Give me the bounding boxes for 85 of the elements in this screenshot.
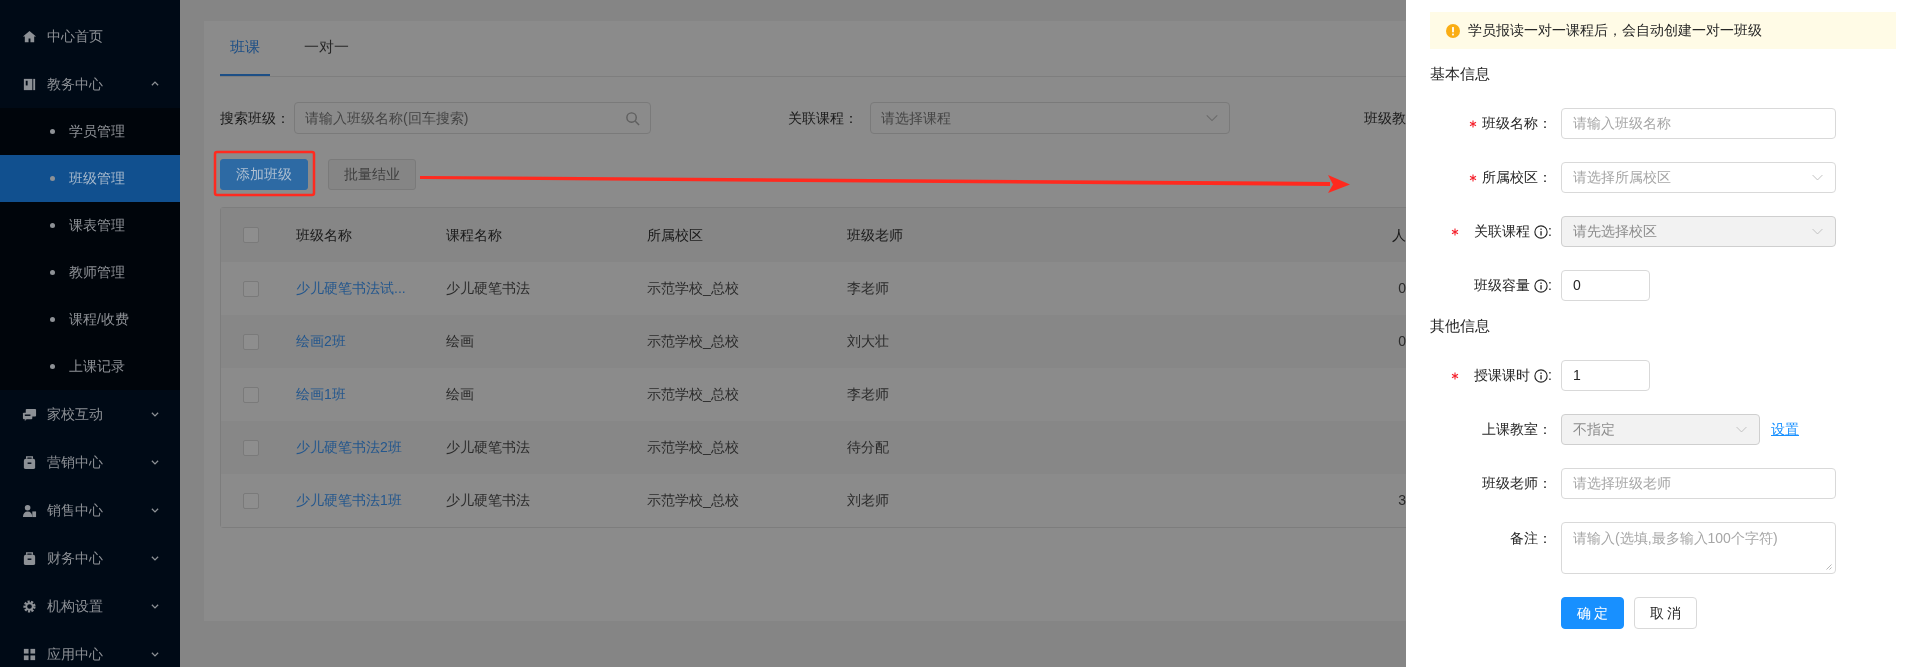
label-colon: ： [1538, 114, 1552, 133]
table-cell: 3 [1398, 492, 1406, 508]
label-colon: ： [1538, 529, 1552, 548]
column-header: 人 [1391, 225, 1406, 245]
label-colon: : [1548, 222, 1552, 241]
table-cell: 少儿硬笔书法 [446, 492, 530, 508]
field-label: 授课课时 [1474, 366, 1531, 385]
select-field[interactable]: 请选择所属校区 [1561, 162, 1836, 193]
book-icon [22, 76, 37, 92]
filter-label: 关联课程： [788, 108, 858, 128]
bag-icon [22, 454, 37, 470]
table-cell: 示范学校_总校 [647, 492, 739, 508]
field-label: 关联课程 [1474, 222, 1531, 241]
grid-icon [22, 646, 37, 662]
alert-text: 学员报读一对一课程后，会自动创建一对一班级 [1468, 21, 1762, 40]
table-cell: 少儿硬笔书法 [446, 439, 530, 455]
label-colon: ： [1538, 168, 1552, 187]
table-cell: 刘大壮 [847, 333, 889, 349]
label-colon: ： [1538, 474, 1552, 493]
warning-icon [1446, 23, 1460, 38]
text-field[interactable]: 请选择班级老师 [1561, 468, 1836, 499]
submenu-item[interactable]: 上课记录 [0, 343, 180, 390]
home-icon [22, 28, 37, 44]
submenu-item[interactable]: 课程/收费 [0, 296, 180, 343]
sidebar-item[interactable]: 财务中心 [0, 534, 180, 582]
table-cell: 绘画 [446, 333, 474, 349]
column-header: 班级老师 [847, 225, 904, 245]
submenu-item[interactable]: 课表管理 [0, 202, 180, 249]
chat-icon [22, 406, 37, 422]
person-icon [22, 502, 37, 518]
resize-grip-icon [1824, 562, 1832, 570]
sidebar-item[interactable]: 教务中心 [0, 60, 180, 108]
column-header: 班级名称 [296, 225, 353, 245]
label-colon: : [1548, 276, 1552, 295]
text-field[interactable]: 请输入班级名称 [1561, 108, 1836, 139]
select-field: 请先选择校区 [1561, 216, 1836, 247]
search-field[interactable]: 请输入班级名称(回车搜索) [294, 102, 651, 134]
tab[interactable]: 班课 [220, 21, 270, 76]
table-cell: 示范学校_总校 [647, 439, 739, 455]
field-label: 所属校区 [1482, 168, 1538, 187]
course-select[interactable]: 请选择课程 [870, 102, 1230, 134]
remarks-field[interactable]: 请输入(选填,最多输入100个字符) [1561, 522, 1836, 574]
filter-label: 班级教 [1364, 108, 1406, 128]
sidebar-item[interactable]: 销售中心 [0, 486, 180, 534]
table-cell: 示范学校_总校 [647, 333, 739, 349]
sidebar-item[interactable]: 中心首页 [0, 12, 180, 60]
search-icon [625, 110, 640, 126]
table-cell: 绘画 [446, 386, 474, 402]
table-cell: 0 [1398, 280, 1406, 296]
column-header: 课程名称 [446, 225, 503, 245]
submenu-item[interactable]: 教师管理 [0, 249, 180, 296]
confirm-button[interactable]: 确 定 [1561, 597, 1624, 629]
cancel-button[interactable]: 取 消 [1634, 597, 1697, 629]
table-cell: 待分配 [847, 439, 889, 455]
gear-icon [22, 598, 37, 614]
field-label: 班级名称 [1482, 114, 1538, 133]
bag-icon [22, 550, 37, 566]
select-field: 不指定 [1561, 414, 1760, 445]
filter-label: 搜索班级： [220, 108, 290, 128]
add-class-button[interactable]: 添加班级 [220, 159, 308, 190]
table-cell: 李老师 [847, 280, 889, 296]
table-cell: 示范学校_总校 [647, 386, 739, 402]
submenu-item[interactable]: 班级管理 [0, 155, 180, 202]
table-cell: 示范学校_总校 [647, 280, 739, 296]
sidebar-item[interactable]: 营销中心 [0, 438, 180, 486]
field-label: 上课教室 [1482, 420, 1538, 439]
table-cell: 刘老师 [847, 492, 889, 508]
table-cell: 少儿硬笔书法 [446, 280, 530, 296]
sidebar-item[interactable]: 机构设置 [0, 582, 180, 630]
number-field[interactable]: 0 [1561, 270, 1650, 301]
tab[interactable]: 一对一 [294, 21, 359, 76]
section-title: 其他信息 [1430, 316, 1491, 336]
section-title: 基本信息 [1430, 64, 1491, 84]
table-cell: 0 [1398, 333, 1406, 349]
table-cell: 李老师 [847, 386, 889, 402]
field-label: 备注 [1510, 529, 1538, 548]
sidebar-item[interactable]: 家校互动 [0, 390, 180, 438]
column-header: 所属校区 [647, 225, 704, 245]
sidebar-item[interactable]: 应用中心 [0, 630, 180, 667]
field-label: 班级老师 [1482, 474, 1538, 493]
label-colon: ： [1538, 420, 1552, 439]
label-colon: : [1548, 366, 1552, 385]
field-label: 班级容量 [1474, 276, 1531, 295]
number-field[interactable]: 1 [1561, 360, 1650, 391]
submenu-item[interactable]: 学员管理 [0, 108, 180, 155]
